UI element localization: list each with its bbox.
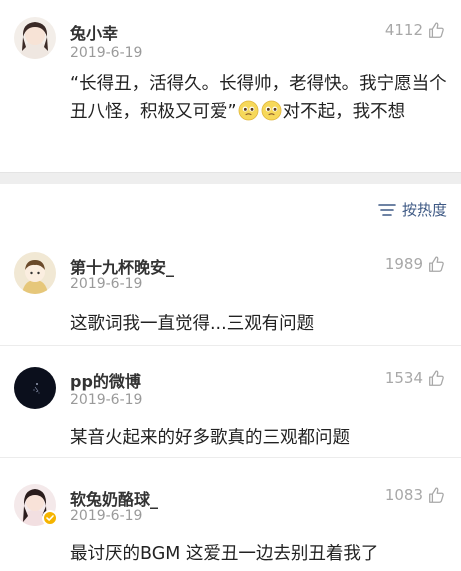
sort-icon bbox=[378, 203, 396, 216]
thumbs-up-icon bbox=[429, 256, 444, 272]
post-text: “长得丑，活得久。长得帅，老得快。我宁愿当个丑八怪，积极又可爱” 对不起，我不想 bbox=[70, 70, 452, 126]
verified-badge-icon bbox=[42, 510, 58, 526]
comment-text: 这歌词我一直觉得...三观有问题 bbox=[70, 314, 315, 334]
thumbs-up-icon bbox=[429, 370, 444, 386]
comment-username[interactable]: 软兔奶酪球_ bbox=[70, 486, 158, 510]
comment-date: 2019-6-19 bbox=[70, 392, 143, 408]
comment-username[interactable]: 第十九杯晚安_ bbox=[70, 254, 174, 278]
comment-item: 第十九杯晚安_ 2019-6-19 1989 这歌词我一直觉得...三观有问题 bbox=[0, 234, 461, 346]
thumbs-up-icon bbox=[429, 487, 444, 503]
avatar[interactable] bbox=[14, 252, 56, 294]
comment-date: 2019-6-19 bbox=[70, 508, 143, 524]
comment-like-button[interactable]: 1534 bbox=[385, 368, 445, 388]
avatar[interactable] bbox=[14, 367, 56, 409]
thumbs-up-icon bbox=[429, 22, 444, 38]
post-date: 2019-6-19 bbox=[70, 45, 143, 61]
avatar[interactable] bbox=[14, 17, 56, 59]
comment-text: 最讨厌的BGM 这爱丑一边去别丑着我了 bbox=[70, 544, 379, 564]
comment-date: 2019-6-19 bbox=[70, 276, 143, 292]
main-post: 兔小幸 2019-6-19 4112 “长得丑，活得久。长得帅，老得快。我宁愿当… bbox=[0, 0, 461, 172]
pleading-face-emoji-icon bbox=[238, 100, 259, 121]
comment-like-count: 1989 bbox=[384, 255, 423, 273]
comment-username[interactable]: pp的微博 bbox=[70, 368, 141, 392]
pleading-face-emoji-icon bbox=[261, 100, 282, 121]
comment-item: 软兔奶酪球_ 2019-6-19 1083 最讨厌的BGM 这爱丑一边去别丑着我… bbox=[0, 458, 461, 570]
comment-like-count: 1083 bbox=[384, 486, 423, 504]
post-like-count: 4112 bbox=[384, 21, 423, 39]
sort-by-hot-button[interactable]: 按热度 bbox=[378, 199, 447, 220]
post-like-button[interactable]: 4112 bbox=[385, 20, 445, 40]
comment-like-button[interactable]: 1083 bbox=[385, 485, 445, 505]
post-username[interactable]: 兔小幸 bbox=[70, 20, 118, 44]
post-text-tail: 对不起，我不想 bbox=[282, 102, 406, 122]
section-divider bbox=[0, 172, 461, 184]
comment-item: pp的微博 2019-6-19 1534 某音火起来的好多歌真的三观都问题 bbox=[0, 346, 461, 458]
sort-label: 按热度 bbox=[401, 201, 447, 219]
comment-like-button[interactable]: 1989 bbox=[385, 254, 445, 274]
comment-like-count: 1534 bbox=[384, 369, 423, 387]
sort-bar: 按热度 bbox=[0, 184, 461, 232]
comment-text: 某音火起来的好多歌真的三观都问题 bbox=[70, 428, 350, 448]
